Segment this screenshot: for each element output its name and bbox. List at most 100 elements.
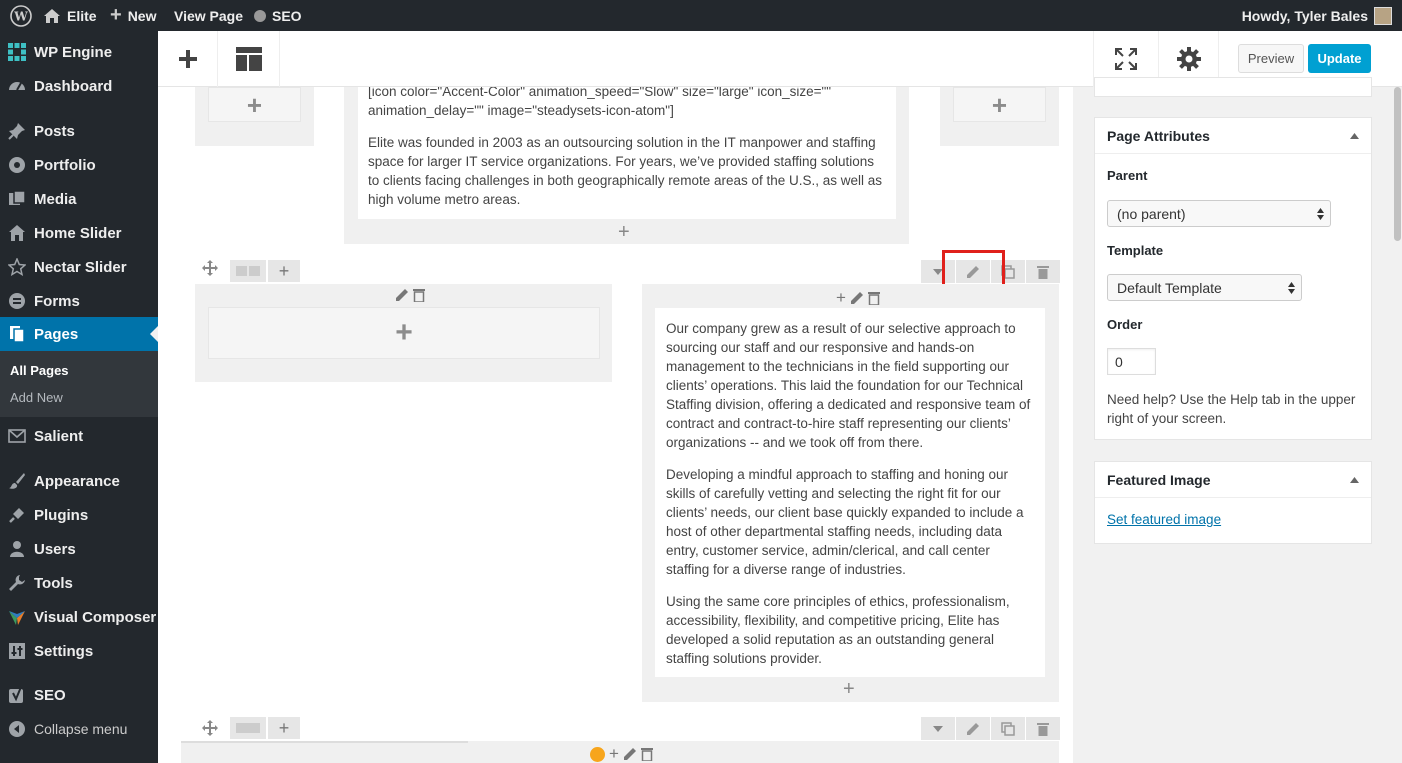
pencil-icon[interactable]: [850, 291, 864, 305]
preview-button[interactable]: Preview: [1238, 44, 1304, 73]
sidebar-item-label: Visual Composer: [34, 608, 157, 626]
shortcode-line-1: [icon color="Accent-Color" animation_spe…: [368, 87, 832, 99]
text-block-right[interactable]: Our company grew as a result of our sele…: [655, 308, 1045, 677]
parent-select[interactable]: (no parent): [1107, 200, 1331, 227]
sidebar-item-media[interactable]: Media: [0, 182, 158, 216]
add-column-button[interactable]: +: [268, 260, 300, 282]
update-button[interactable]: Update: [1308, 44, 1371, 73]
delete-row-button[interactable]: [1026, 717, 1060, 740]
featured-image-title: Featured Image: [1107, 471, 1211, 488]
featured-image-box: Featured Image Set featured image: [1094, 461, 1372, 544]
sidebar-item-label: Forms: [34, 292, 80, 310]
sidebar-item-label: Dashboard: [34, 77, 113, 95]
divider: [181, 741, 468, 743]
empty-column-add-area[interactable]: +: [953, 87, 1046, 122]
user-icon: [0, 540, 34, 558]
add-element-button[interactable]: [158, 31, 218, 87]
forms-icon: [0, 292, 34, 310]
column-layout-button[interactable]: [230, 260, 266, 282]
admin-sidebar: WP Engine Dashboard Posts Portfolio Medi…: [0, 31, 158, 763]
plus-icon: +: [395, 316, 413, 349]
add-column-button[interactable]: +: [268, 717, 300, 739]
add-element-plus-icon[interactable]: +: [843, 678, 855, 701]
home-icon: [0, 224, 34, 242]
submenu-all-pages[interactable]: All Pages: [10, 363, 69, 378]
pencil-icon[interactable]: [395, 288, 409, 302]
plus-icon[interactable]: +: [609, 744, 619, 763]
sidebar-item-nectar-slider[interactable]: Nectar Slider: [0, 250, 158, 284]
templates-button[interactable]: [218, 31, 280, 87]
pin-icon: [0, 122, 34, 140]
wrench-icon: [0, 574, 34, 592]
view-page-label: View Page: [174, 7, 244, 24]
trash-icon[interactable]: [413, 288, 425, 302]
edit-row-button[interactable]: [956, 717, 990, 740]
page-attributes-header[interactable]: Page Attributes: [1095, 118, 1371, 154]
site-name-link[interactable]: Elite: [43, 0, 97, 31]
sidebar-item-settings[interactable]: Settings: [0, 634, 158, 668]
clone-row-button[interactable]: [991, 717, 1025, 740]
new-content-link[interactable]: + New: [110, 0, 156, 31]
sidebar-item-portfolio[interactable]: Portfolio: [0, 148, 158, 182]
sidebar-item-posts[interactable]: Posts: [0, 114, 158, 148]
sidebar-item-forms[interactable]: Forms: [0, 284, 158, 318]
select-arrows-icon: [1317, 207, 1324, 220]
seo-link[interactable]: SEO: [254, 0, 302, 31]
collapse-arrow-icon[interactable]: [1350, 132, 1359, 139]
sidebar-item-label: SEO: [34, 686, 66, 704]
delete-row-button[interactable]: [1026, 260, 1060, 283]
collapse-menu-button[interactable]: Collapse menu: [0, 712, 158, 746]
empty-column-add-area[interactable]: +: [208, 87, 301, 122]
column-layout-button[interactable]: [230, 717, 266, 739]
sidebar-item-plugins[interactable]: Plugins: [0, 498, 158, 532]
sidebar-item-users[interactable]: Users: [0, 532, 158, 566]
scrollbar-thumb[interactable]: [1394, 87, 1401, 241]
vc-toolbar: [158, 31, 1073, 87]
page-attributes-box: Page Attributes Parent (no parent) Templ…: [1094, 117, 1372, 440]
sidebar-item-label: Nectar Slider: [34, 258, 127, 276]
sidebar-item-appearance[interactable]: Appearance: [0, 464, 158, 498]
brush-icon: [0, 472, 34, 490]
empty-column-add-area[interactable]: +: [208, 307, 600, 359]
column-controls: +: [836, 288, 880, 308]
sidebar-item-label: Appearance: [34, 472, 120, 490]
order-input[interactable]: 0: [1107, 348, 1156, 375]
sidebar-item-home-slider[interactable]: Home Slider: [0, 216, 158, 250]
move-icon[interactable]: [202, 720, 218, 736]
vc-icon: [0, 608, 34, 626]
collapse-arrow-icon[interactable]: [1350, 476, 1359, 483]
row-controls: [202, 260, 218, 276]
help-text: Need help? Use the Help tab in the upper…: [1107, 392, 1356, 426]
wordpress-logo-icon[interactable]: W: [10, 0, 32, 31]
text-block-top[interactable]: [icon color="Accent-Color" animation_spe…: [358, 87, 896, 219]
set-featured-image-link[interactable]: Set featured image: [1107, 512, 1221, 527]
parent-select-value: (no parent): [1117, 205, 1186, 222]
yoast-icon: [0, 686, 34, 704]
pencil-icon: [967, 722, 979, 735]
sidebar-item-dashboard[interactable]: Dashboard: [0, 69, 158, 103]
trash-icon[interactable]: [640, 747, 653, 761]
toggle-row-button[interactable]: [921, 717, 955, 740]
media-icon: [0, 190, 34, 208]
featured-image-header[interactable]: Featured Image: [1095, 462, 1371, 498]
scrollbar[interactable]: [1393, 87, 1402, 763]
sidebar-item-seo[interactable]: SEO: [0, 678, 158, 712]
view-page-link[interactable]: View Page: [174, 0, 243, 31]
sidebar-item-wp-engine[interactable]: WP Engine: [0, 35, 158, 69]
sidebar-item-label: Home Slider: [34, 224, 122, 242]
move-icon[interactable]: [202, 260, 218, 276]
pencil-icon[interactable]: [623, 747, 637, 761]
star-icon: [0, 258, 34, 276]
add-element-plus-icon[interactable]: +: [618, 221, 630, 244]
sidebar-item-tools[interactable]: Tools: [0, 566, 158, 600]
template-select[interactable]: Default Template: [1107, 274, 1302, 301]
sidebar-item-visual-composer[interactable]: Visual Composer: [0, 600, 158, 634]
submenu-add-new[interactable]: Add New: [10, 390, 63, 405]
my-account-link[interactable]: Howdy, Tyler Bales: [1242, 0, 1392, 31]
wpengine-icon: [0, 43, 34, 61]
plus-icon[interactable]: +: [836, 288, 846, 308]
sidebar-item-salient[interactable]: Salient: [0, 419, 158, 453]
trash-icon[interactable]: [867, 291, 880, 305]
sidebar-item-pages[interactable]: Pages: [0, 317, 158, 351]
copy-icon: [1001, 721, 1015, 736]
